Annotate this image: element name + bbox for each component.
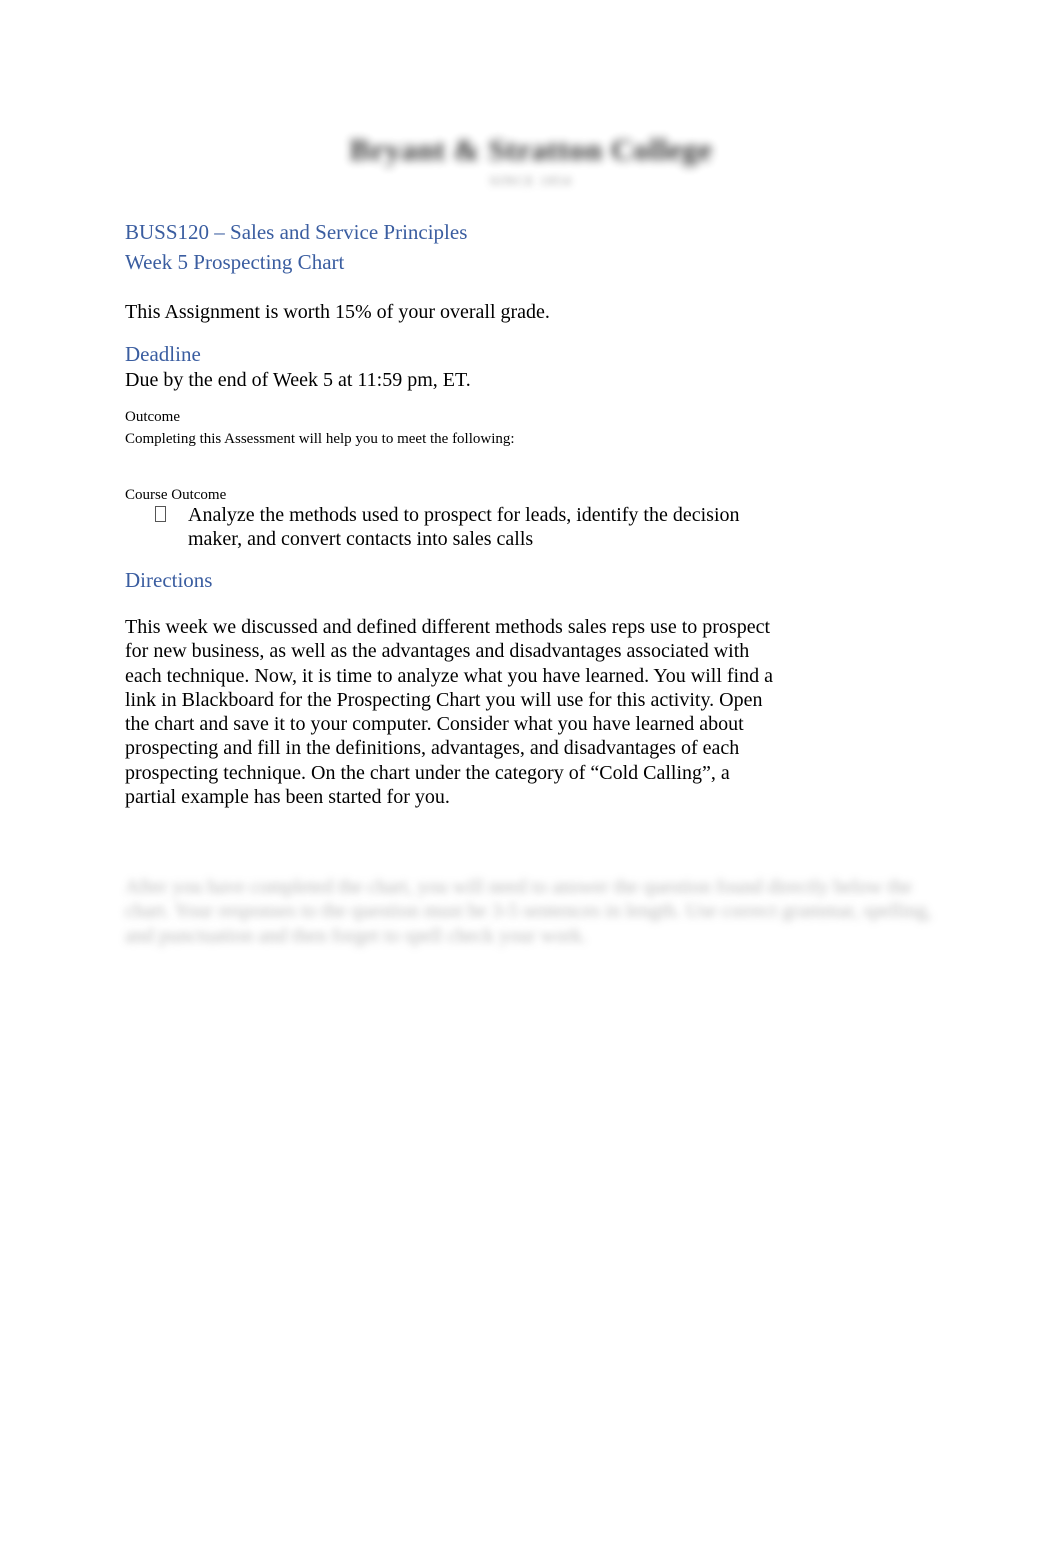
course-outcome-item-text: Analyze the methods used to prospect for… bbox=[188, 504, 740, 551]
outcome-intro-text: Completing this Assessment will help you… bbox=[125, 431, 515, 447]
directions-paragraph: This week we discussed and defined diffe… bbox=[125, 616, 773, 809]
course-heading: BUSS120 – Sales and Service Principles bbox=[125, 220, 468, 244]
college-name-text: Bryant & Stratton College bbox=[349, 132, 713, 167]
deadline-text: Due by the end of Week 5 at 11:59 pm, ET… bbox=[125, 369, 471, 391]
list-item: Analyze the methods used to prospect for… bbox=[125, 503, 788, 552]
deadline-heading: Deadline bbox=[125, 342, 201, 366]
outcome-label: Outcome bbox=[125, 409, 180, 425]
document-page: Bryant & Stratton College SINCE 1854 BUS… bbox=[0, 0, 1062, 1561]
course-outcome-list: Analyze the methods used to prospect for… bbox=[125, 503, 788, 552]
directions-heading: Directions bbox=[125, 568, 213, 592]
college-tagline-text: SINCE 1854 bbox=[489, 173, 573, 188]
grade-weight-statement: This Assignment is worth 15% of your ove… bbox=[125, 301, 550, 323]
tofu-box-bullet-icon bbox=[155, 503, 188, 527]
college-logo-masthead: Bryant & Stratton College SINCE 1854 bbox=[0, 132, 1062, 190]
redacted-paragraph-block: After you have completed the chart, you … bbox=[125, 855, 937, 968]
assignment-title-heading: Week 5 Prospecting Chart bbox=[125, 250, 345, 274]
redacted-paragraph-text: After you have completed the chart, you … bbox=[125, 876, 932, 947]
